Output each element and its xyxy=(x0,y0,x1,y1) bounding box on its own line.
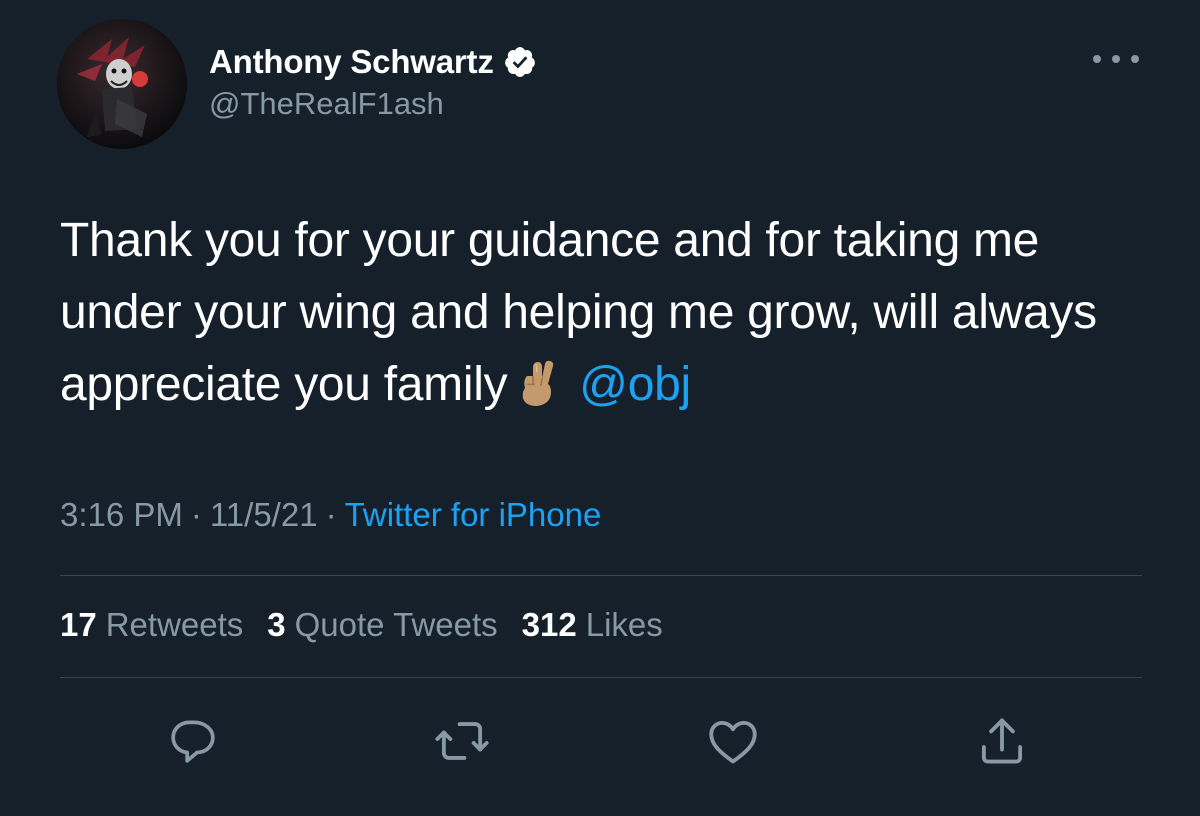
share-icon[interactable] xyxy=(972,711,1032,771)
divider xyxy=(60,677,1142,678)
avatar[interactable] xyxy=(57,19,187,149)
stat-count: 312 xyxy=(521,606,577,643)
stat-count: 17 xyxy=(60,606,97,643)
tweet-detail: Anthony Schwartz @TheRealF1ash Thank you… xyxy=(0,0,1200,816)
tweet-meta: 3:16 PM · 11/5/21 · Twitter for iPhone xyxy=(60,496,601,534)
more-dot xyxy=(1093,55,1101,63)
stat-count: 3 xyxy=(267,606,286,643)
like-icon[interactable] xyxy=(703,711,763,771)
likes-stat[interactable]: 312 Likes xyxy=(522,606,663,644)
user-handle[interactable]: @TheRealF1ash xyxy=(209,86,444,122)
tweet-date[interactable]: 11/5/21 xyxy=(210,496,318,533)
stat-label: Quote Tweets xyxy=(294,606,498,643)
more-dot xyxy=(1131,55,1139,63)
retweet-icon[interactable] xyxy=(432,711,492,771)
tweet-text: Thank you for your guidance and for taki… xyxy=(60,205,1160,421)
more-dot xyxy=(1112,55,1120,63)
verified-badge-icon xyxy=(503,45,537,79)
display-name[interactable]: Anthony Schwartz xyxy=(209,43,494,81)
stat-label: Retweets xyxy=(105,606,244,643)
divider xyxy=(60,575,1142,576)
engagement-stats: 17 Retweets 3 Quote Tweets 312 Likes xyxy=(60,606,687,644)
reply-icon[interactable] xyxy=(163,711,223,771)
mention-link[interactable]: @obj xyxy=(579,358,691,411)
meta-separator: · xyxy=(325,496,337,533)
tweet-time[interactable]: 3:16 PM xyxy=(60,496,183,533)
crossed-fingers-emoji-icon xyxy=(513,358,559,410)
more-options-icon[interactable] xyxy=(1093,42,1139,76)
quote-tweets-stat[interactable]: 3 Quote Tweets xyxy=(267,606,497,644)
tweet-source-link[interactable]: Twitter for iPhone xyxy=(345,496,602,533)
stat-label: Likes xyxy=(585,606,663,643)
retweets-stat[interactable]: 17 Retweets xyxy=(60,606,243,644)
meta-separator: · xyxy=(190,496,202,533)
author-name-row: Anthony Schwartz xyxy=(209,40,537,84)
